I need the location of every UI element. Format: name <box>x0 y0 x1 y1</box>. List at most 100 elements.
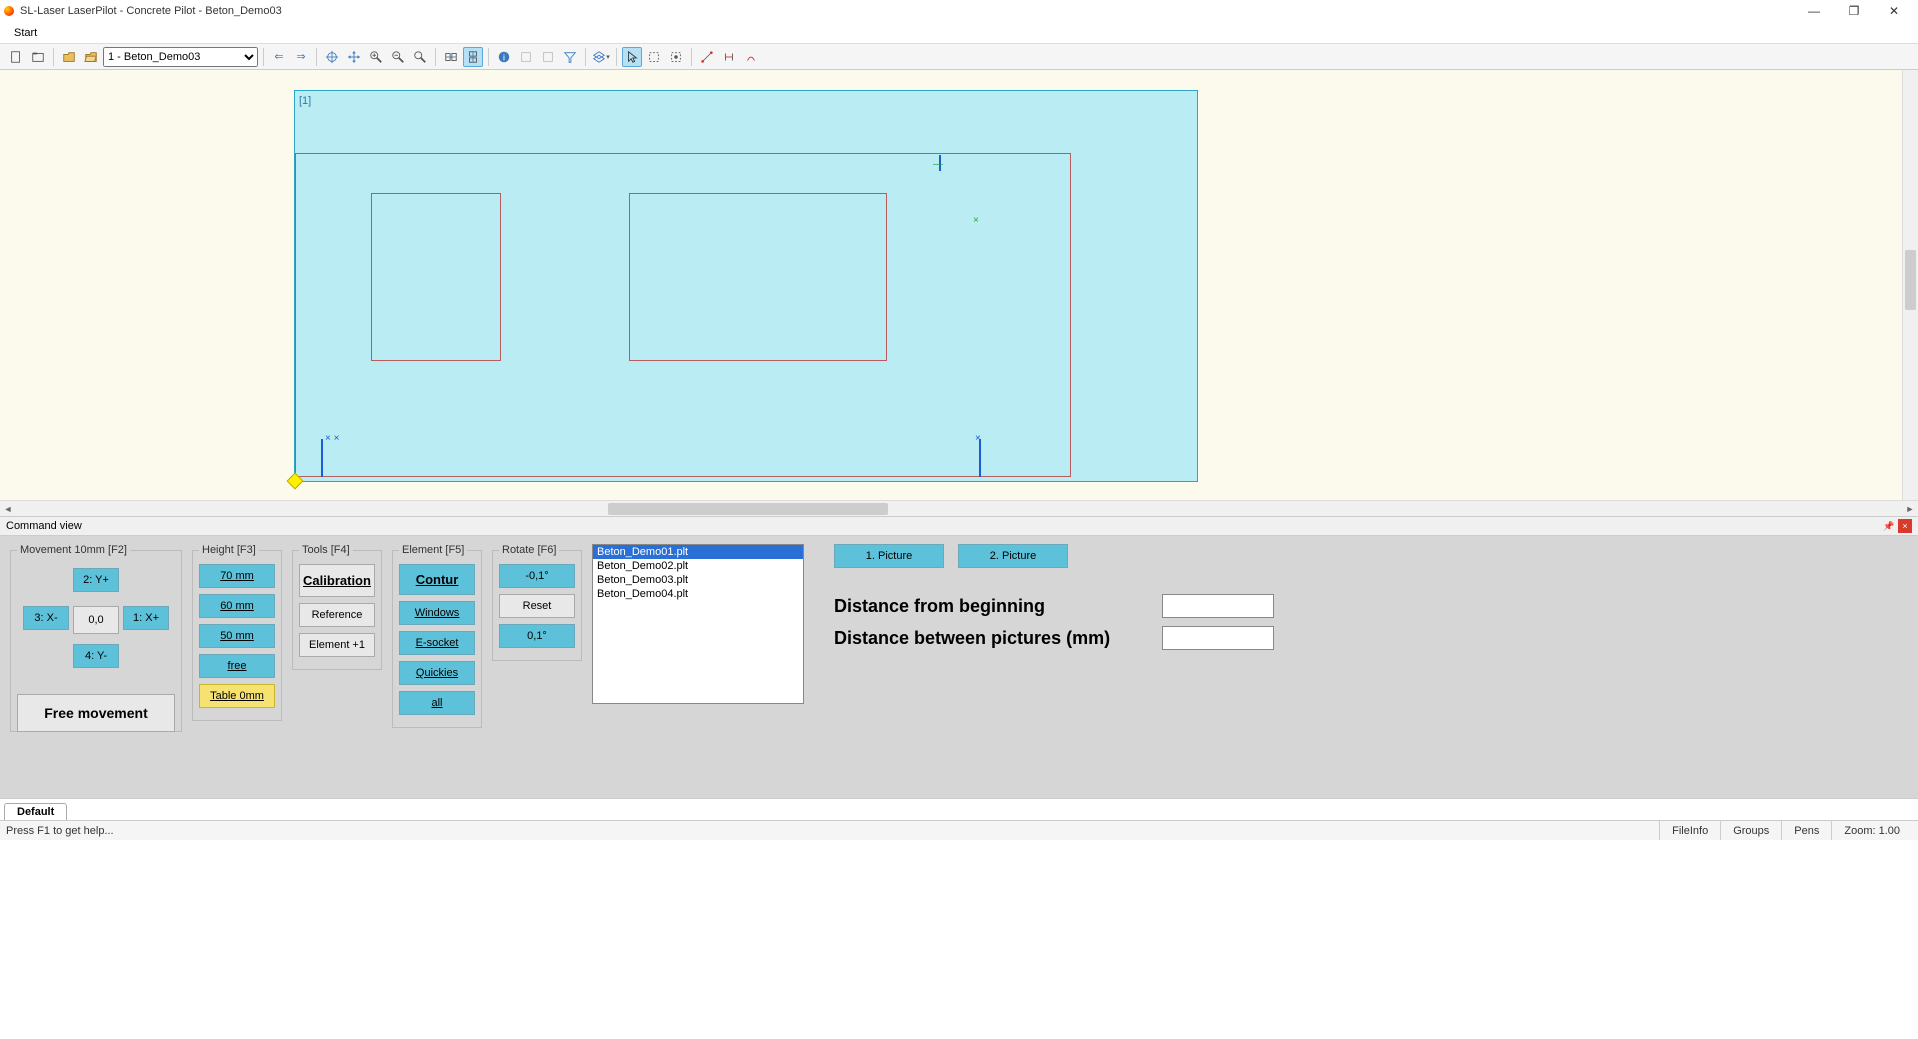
open-icon[interactable] <box>59 47 79 67</box>
esocket-button[interactable]: E-socket <box>399 631 475 655</box>
file-list-item[interactable]: Beton_Demo04.plt <box>593 587 803 601</box>
pin-icon[interactable]: 📌 <box>1882 519 1896 533</box>
height-panel: Height [F3] 70 mm 60 mm 50 mm free Table… <box>192 544 282 721</box>
select-lasso-icon[interactable] <box>666 47 686 67</box>
height-60-button[interactable]: 60 mm <box>199 594 275 618</box>
command-view-title: Command view <box>6 520 82 532</box>
element-panel: Element [F5] Contur Windows E-socket Qui… <box>392 544 482 728</box>
quickies-button[interactable]: Quickies <box>399 661 475 685</box>
marker-blue-2 <box>979 439 981 477</box>
distance-between-input[interactable] <box>1162 626 1274 650</box>
picture-2-button[interactable]: 2. Picture <box>958 544 1068 568</box>
measure-a-icon[interactable] <box>697 47 717 67</box>
info-icon[interactable]: i <box>494 47 514 67</box>
element-plus-button[interactable]: Element +1 <box>299 633 375 657</box>
windows-button[interactable]: Windows <box>399 601 475 625</box>
calibration-button[interactable]: Calibration <box>299 564 375 597</box>
command-view-body: Movement 10mm [F2] 2: Y+ 3: X- 0,0 1: X+… <box>0 536 1918 798</box>
nav-back-icon[interactable]: ⇐ <box>269 47 289 67</box>
viewport-index-label: [1] <box>299 95 311 107</box>
picture-1-button[interactable]: 1. Picture <box>834 544 944 568</box>
file-list-item[interactable]: Beton_Demo03.plt <box>593 573 803 587</box>
tools-title: Tools [F4] <box>299 544 353 556</box>
pointer-icon[interactable] <box>622 47 642 67</box>
target-icon[interactable] <box>322 47 342 67</box>
tool-a-icon[interactable] <box>516 47 536 67</box>
marker-blue-1 <box>321 439 323 477</box>
move-x-plus-button[interactable]: 1: X+ <box>123 606 169 630</box>
height-table-button[interactable]: Table 0mm <box>199 684 275 708</box>
command-view-header: Command view 📌 × <box>0 516 1918 536</box>
minimize-button[interactable]: — <box>1794 1 1834 21</box>
status-pens[interactable]: Pens <box>1781 821 1831 840</box>
file-list[interactable]: Beton_Demo01.pltBeton_Demo02.pltBeton_De… <box>592 544 804 704</box>
move-icon[interactable] <box>344 47 364 67</box>
layers-icon[interactable]: ▾ <box>591 47 611 67</box>
measure-b-icon[interactable] <box>719 47 739 67</box>
app-icon <box>4 6 14 16</box>
zoom-out-icon[interactable] <box>388 47 408 67</box>
free-movement-button[interactable]: Free movement <box>17 694 175 732</box>
zoom-in-icon[interactable] <box>366 47 386 67</box>
new-folder-icon[interactable] <box>28 47 48 67</box>
move-x-minus-button[interactable]: 3: X- <box>23 606 69 630</box>
flip-h-icon[interactable] <box>441 47 461 67</box>
status-zoom: Zoom: 1.00 <box>1831 821 1912 840</box>
file-list-item[interactable]: Beton_Demo01.plt <box>593 545 803 559</box>
menu-start[interactable]: Start <box>6 25 45 41</box>
status-help: Press F1 to get help... <box>6 825 114 837</box>
open-folder-icon[interactable] <box>81 47 101 67</box>
scroll-left-icon[interactable]: ◄ <box>0 501 16 517</box>
svg-text:i: i <box>503 52 505 62</box>
distance-begin-input[interactable] <box>1162 594 1274 618</box>
document-selector[interactable]: 1 - Beton_Demo03 <box>103 47 258 67</box>
move-center-label: 0,0 <box>73 606 119 634</box>
horizontal-scrollbar[interactable]: ◄ ► <box>0 500 1918 516</box>
rotate-minus-button[interactable]: -0,1° <box>499 564 575 588</box>
zoom-fit-icon[interactable] <box>410 47 430 67</box>
scroll-right-icon[interactable]: ► <box>1902 501 1918 517</box>
distance-begin-label: Distance from beginning <box>834 596 1162 617</box>
height-50-button[interactable]: 50 mm <box>199 624 275 648</box>
flip-v-icon[interactable] <box>463 47 483 67</box>
move-y-minus-button[interactable]: 4: Y- <box>73 644 119 668</box>
select-rect-icon[interactable] <box>644 47 664 67</box>
tab-default[interactable]: Default <box>4 803 67 820</box>
menubar: Start <box>0 22 1918 44</box>
measure-c-icon[interactable] <box>741 47 761 67</box>
marker-green-1: — <box>933 159 943 170</box>
distance-between-label: Distance between pictures (mm) <box>834 628 1162 649</box>
window-title: SL-Laser LaserPilot - Concrete Pilot - B… <box>20 5 282 17</box>
panel-close-icon[interactable]: × <box>1898 519 1912 533</box>
rotate-plus-button[interactable]: 0,1° <box>499 624 575 648</box>
reference-button[interactable]: Reference <box>299 603 375 627</box>
element-title: Element [F5] <box>399 544 467 556</box>
toolbar: 1 - Beton_Demo03 ⇐ ⇒ i ▾ <box>0 44 1918 70</box>
tools-panel: Tools [F4] Calibration Reference Element… <box>292 544 382 670</box>
all-button[interactable]: all <box>399 691 475 715</box>
marker-green-2: × <box>973 215 979 226</box>
rotate-title: Rotate [F6] <box>499 544 559 556</box>
maximize-button[interactable]: ❐ <box>1834 1 1874 21</box>
drawing-canvas[interactable]: [1] × × × — × <box>0 70 1918 500</box>
titlebar: SL-Laser LaserPilot - Concrete Pilot - B… <box>0 0 1918 22</box>
contur-button[interactable]: Contur <box>399 564 475 595</box>
status-fileinfo[interactable]: FileInfo <box>1659 821 1720 840</box>
filter-icon[interactable] <box>560 47 580 67</box>
picture-settings: 1. Picture 2. Picture Distance from begi… <box>814 544 1908 658</box>
move-y-plus-button[interactable]: 2: Y+ <box>73 568 119 592</box>
rotate-reset-button[interactable]: Reset <box>499 594 575 618</box>
nav-forward-icon[interactable]: ⇒ <box>291 47 311 67</box>
new-file-icon[interactable] <box>6 47 26 67</box>
tool-b-icon[interactable] <box>538 47 558 67</box>
shape-inner-rect-2 <box>629 193 887 361</box>
marker-x-2: × <box>975 433 981 444</box>
drawing-viewport: [1] × × × — × <box>294 90 1198 482</box>
height-70-button[interactable]: 70 mm <box>199 564 275 588</box>
status-groups[interactable]: Groups <box>1720 821 1781 840</box>
vertical-scrollbar[interactable] <box>1902 70 1918 500</box>
height-free-button[interactable]: free <box>199 654 275 678</box>
file-list-item[interactable]: Beton_Demo02.plt <box>593 559 803 573</box>
marker-x-1: × × <box>325 433 339 444</box>
close-button[interactable]: ✕ <box>1874 1 1914 21</box>
